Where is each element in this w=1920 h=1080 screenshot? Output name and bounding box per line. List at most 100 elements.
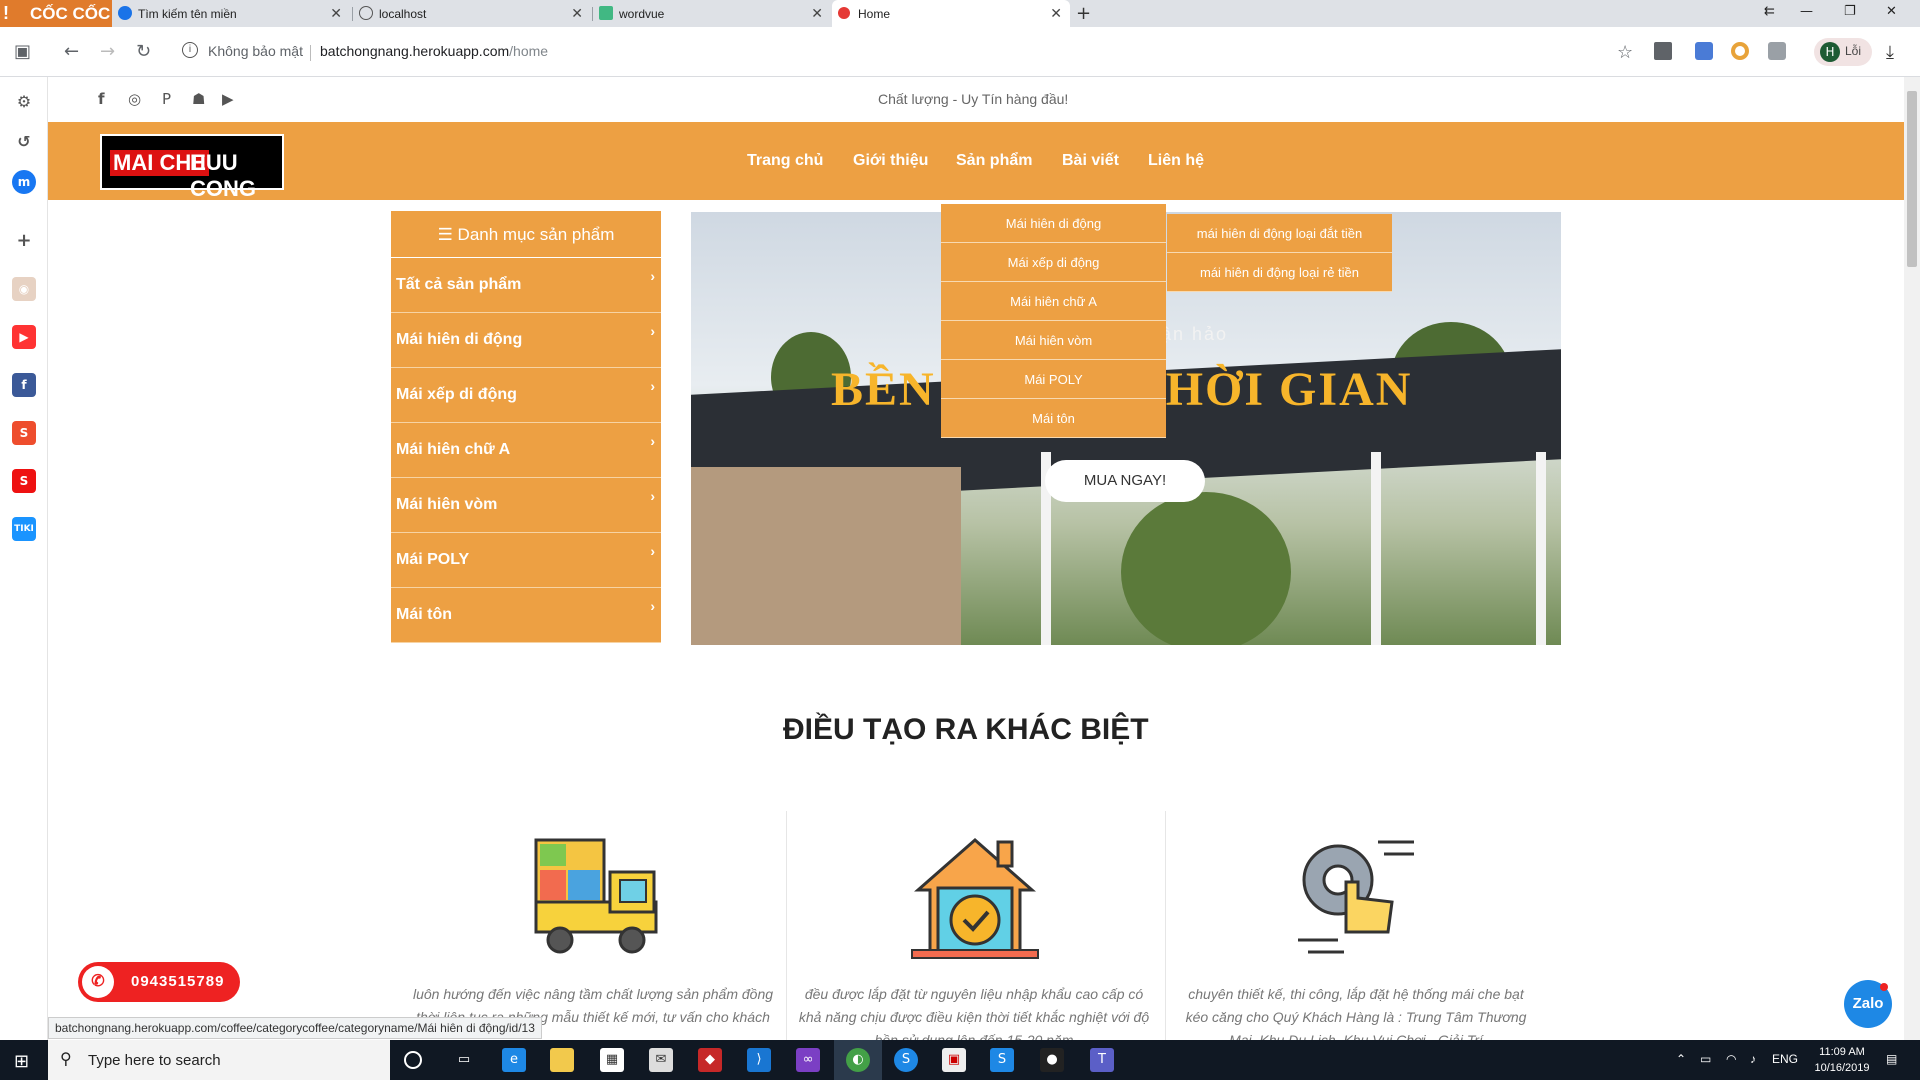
camera-icon[interactable] <box>1768 42 1786 60</box>
youtube-icon[interactable]: ▶ <box>12 325 36 349</box>
tab-wordvue[interactable]: wordvue ✕ <box>593 0 831 27</box>
close-icon[interactable]: ✕ <box>330 5 342 22</box>
windows-start-icon[interactable]: ⊞ <box>14 1051 29 1072</box>
browser-tab-bar: ! CỐC CỐC Tìm kiếm tên miền ✕ localhost … <box>0 0 1920 27</box>
dropdown-item[interactable]: Mái xếp di động <box>941 243 1166 282</box>
tray-chevron-icon[interactable]: ⌃ <box>1676 1052 1686 1066</box>
settings-icon[interactable]: ⚙ <box>12 90 36 114</box>
tab-title: Home <box>858 7 891 21</box>
category-item[interactable]: Mái tôn › <box>391 588 661 643</box>
visual-studio-icon[interactable]: ∞ <box>796 1048 820 1072</box>
category-label: Mái hiên chữ A <box>396 441 511 458</box>
volume-icon[interactable]: ♪ <box>1750 1052 1756 1066</box>
chevron-right-icon: › <box>650 268 655 284</box>
category-item[interactable]: Mái hiên chữ A › <box>391 423 661 478</box>
tiki-icon[interactable]: TIKI <box>12 517 36 541</box>
translate-icon[interactable] <box>1695 42 1713 60</box>
taskbar-clock[interactable]: 11:09 AM 10/16/2019 <box>1804 1044 1880 1076</box>
minimize-button[interactable]: — <box>1800 4 1813 19</box>
app-icon[interactable]: S <box>990 1048 1014 1072</box>
reload-button[interactable]: ↻ <box>136 41 151 62</box>
messenger-icon[interactable]: m <box>12 170 36 194</box>
close-icon[interactable]: ✕ <box>1050 5 1062 22</box>
bookmark-star-icon[interactable]: ☆ <box>1617 42 1635 63</box>
skype-icon[interactable]: S <box>894 1048 918 1072</box>
sidebar-toggle-icon[interactable]: ▣ <box>14 41 31 62</box>
restore-tabs-icon[interactable]: ⇇ <box>1764 4 1775 19</box>
app-icon[interactable]: ● <box>1040 1048 1064 1072</box>
category-item[interactable]: Mái hiên vòm › <box>391 478 661 533</box>
submenu-item[interactable]: mái hiên di động loại đắt tiền <box>1167 214 1392 253</box>
app-icon[interactable]: ◉ <box>12 277 36 301</box>
sendo-icon[interactable]: S <box>12 469 36 493</box>
dropdown-item[interactable]: Mái tôn <box>941 399 1166 438</box>
category-item-all[interactable]: Tất cả sản phẩm › <box>391 258 661 313</box>
taskbar-search[interactable]: ⚲ Type here to search <box>48 1040 390 1080</box>
cortana-icon[interactable] <box>404 1051 422 1069</box>
category-item[interactable]: Mái POLY › <box>391 533 661 588</box>
close-icon[interactable]: ✕ <box>571 5 583 22</box>
nav-articles[interactable]: Bài viết <box>1062 152 1119 170</box>
notifications-icon[interactable]: ▤ <box>1886 1052 1897 1066</box>
vscode-icon[interactable]: ⟩ <box>747 1048 771 1072</box>
clock-time: 11:09 AM <box>1819 1046 1865 1058</box>
shopee-icon[interactable]: S <box>12 421 36 445</box>
nav-products[interactable]: Sản phẩm <box>956 152 1032 170</box>
edge-icon[interactable]: e <box>502 1048 526 1072</box>
add-icon[interactable]: + <box>12 229 36 253</box>
nav-home[interactable]: Trang chủ <box>747 152 823 170</box>
maximize-button[interactable]: ❐ <box>1844 4 1856 19</box>
instagram-icon[interactable]: ◎ <box>128 90 141 108</box>
dropdown-item[interactable]: Mái hiên di động <box>941 204 1166 243</box>
file-explorer-icon[interactable] <box>550 1048 574 1072</box>
app-icon[interactable]: ▣ <box>942 1048 966 1072</box>
download-icon[interactable]: ⤓ <box>1886 42 1904 63</box>
history-icon[interactable]: ↺ <box>12 130 36 154</box>
page-scrollbar[interactable] <box>1904 77 1920 1041</box>
extension-icon[interactable] <box>1731 42 1749 60</box>
snapchat-icon[interactable]: ☗ <box>192 90 205 108</box>
youtube-icon[interactable]: ▶ <box>222 90 234 108</box>
forward-button[interactable]: → <box>100 41 115 62</box>
nav-about[interactable]: Giới thiệu <box>853 152 928 170</box>
buy-now-button[interactable]: MUA NGAY! <box>1045 460 1205 502</box>
zalo-chat-button[interactable]: Zalo <box>1844 980 1892 1028</box>
new-tab-button[interactable]: + <box>1076 3 1091 24</box>
close-icon[interactable]: ✕ <box>811 5 823 22</box>
pinterest-icon[interactable]: P <box>162 90 171 108</box>
site-logo[interactable]: MAI CHE HUU CONG <box>100 134 284 204</box>
mail-icon[interactable]: ✉ <box>649 1048 673 1072</box>
tab-favicon-icon <box>838 7 850 19</box>
task-view-icon[interactable]: ▭ <box>452 1048 476 1072</box>
profile-button[interactable]: H Lỗi <box>1814 38 1872 66</box>
store-icon[interactable]: ▦ <box>600 1048 624 1072</box>
game-icon[interactable]: ◆ <box>698 1048 722 1072</box>
phone-call-button[interactable]: ✆ 0943515789 <box>78 962 240 1002</box>
dropdown-item[interactable]: Mái POLY <box>941 360 1166 399</box>
nav-contact[interactable]: Liên hệ <box>1148 152 1204 170</box>
teams-icon[interactable]: T <box>1090 1048 1114 1072</box>
address-bar[interactable]: i Không bảo mật batchongnang.herokuapp.c… <box>174 37 1674 67</box>
info-icon[interactable]: i <box>182 42 198 58</box>
category-item[interactable]: Mái xếp di động › <box>391 368 661 423</box>
facebook-icon[interactable]: f <box>98 90 105 108</box>
facebook-icon[interactable]: f <box>12 373 36 397</box>
taskbar-active-app[interactable]: ◐ <box>834 1040 882 1080</box>
battery-icon[interactable]: ▭ <box>1700 1052 1711 1066</box>
dropdown-item[interactable]: Mái hiên chữ A <box>941 282 1166 321</box>
tab-home[interactable]: Home ✕ <box>832 0 1070 27</box>
tab-domain-search[interactable]: Tìm kiếm tên miền ✕ <box>112 0 350 27</box>
browser-logo[interactable]: ! CỐC CỐC <box>0 0 112 27</box>
tab-localhost[interactable]: localhost ✕ <box>353 0 591 27</box>
vue-icon <box>599 6 613 20</box>
scrollbar-thumb[interactable] <box>1907 91 1917 267</box>
close-window-button[interactable]: ✕ <box>1886 4 1897 19</box>
back-button[interactable]: ← <box>64 41 79 62</box>
category-item[interactable]: Mái hiên di động › <box>391 313 661 368</box>
submenu-item[interactable]: mái hiên di động loại rẻ tiền <box>1167 253 1392 292</box>
wifi-icon[interactable]: ◠ <box>1726 1052 1736 1066</box>
download-page-icon[interactable] <box>1654 42 1672 60</box>
dropdown-item[interactable]: Mái hiên vòm <box>941 321 1166 360</box>
category-title: Danh mục sản phẩm <box>457 225 615 244</box>
language-indicator[interactable]: ENG <box>1772 1052 1798 1066</box>
